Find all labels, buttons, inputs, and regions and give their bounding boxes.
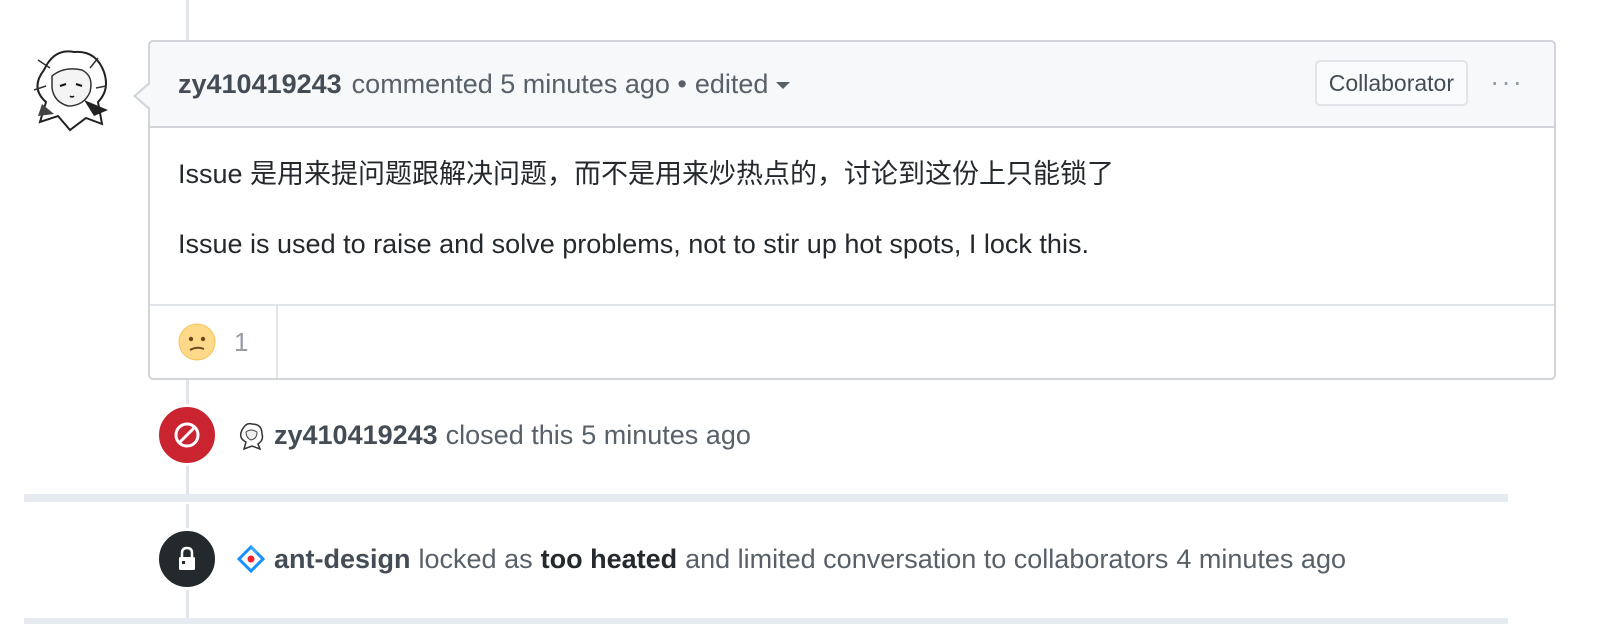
- comment-time[interactable]: 5 minutes ago: [500, 69, 670, 100]
- comment-text-en: Issue is used to raise and solve problem…: [178, 229, 1089, 259]
- edited-dropdown[interactable]: edited: [695, 69, 791, 100]
- event-text: closed this: [445, 419, 574, 450]
- more-options-icon[interactable]: ···: [1490, 68, 1524, 96]
- author-avatar[interactable]: [24, 40, 116, 132]
- closed-badge: [156, 404, 218, 466]
- locked-badge: [156, 528, 218, 590]
- closed-event: zy410419243 closed this 5 minutes ago: [156, 404, 751, 466]
- reaction-count: 1: [234, 326, 249, 357]
- user-avatar-icon[interactable]: [236, 420, 266, 450]
- event-text: locked as: [418, 543, 533, 574]
- comment-separator: •: [677, 68, 687, 99]
- event-time[interactable]: 4 minutes ago: [1176, 544, 1346, 575]
- caret-down-icon: [776, 81, 791, 89]
- comment-footer: 1: [150, 304, 1554, 378]
- timeline-divider: [24, 618, 1508, 624]
- comment-action: commented: [351, 68, 493, 99]
- comment-header: zy410419243 commented 5 minutes ago • ed…: [150, 42, 1554, 128]
- confused-face-icon: [178, 323, 216, 361]
- lock-reason: too heated: [540, 543, 678, 574]
- edited-label: edited: [694, 68, 769, 99]
- event-author[interactable]: ant-design: [274, 544, 411, 575]
- comment-box: zy410419243 commented 5 minutes ago • ed…: [133, 40, 1556, 380]
- closed-icon: [174, 422, 200, 448]
- event-time[interactable]: 5 minutes ago: [581, 420, 751, 451]
- ant-design-logo-icon[interactable]: [236, 544, 266, 574]
- reaction-confused[interactable]: 1: [150, 306, 278, 378]
- collaborator-badge: Collaborator: [1314, 60, 1468, 106]
- comment-author[interactable]: zy410419243: [178, 69, 342, 100]
- lock-icon: [179, 546, 195, 570]
- locked-event: ant-design locked as too heated and limi…: [156, 528, 1346, 590]
- comment-text-zh: Issue 是用来提问题跟解决问题，而不是用来炒热点的，讨论到这份上只能锁了: [178, 159, 1115, 189]
- comment-body: Issue 是用来提问题跟解决问题，而不是用来炒热点的，讨论到这份上只能锁了 I…: [150, 128, 1554, 262]
- timeline-line: [186, 0, 189, 40]
- event-author[interactable]: zy410419243: [274, 420, 438, 451]
- event-text-suffix: and limited conversation to collaborator…: [685, 543, 1169, 574]
- timeline-divider: [24, 494, 1508, 502]
